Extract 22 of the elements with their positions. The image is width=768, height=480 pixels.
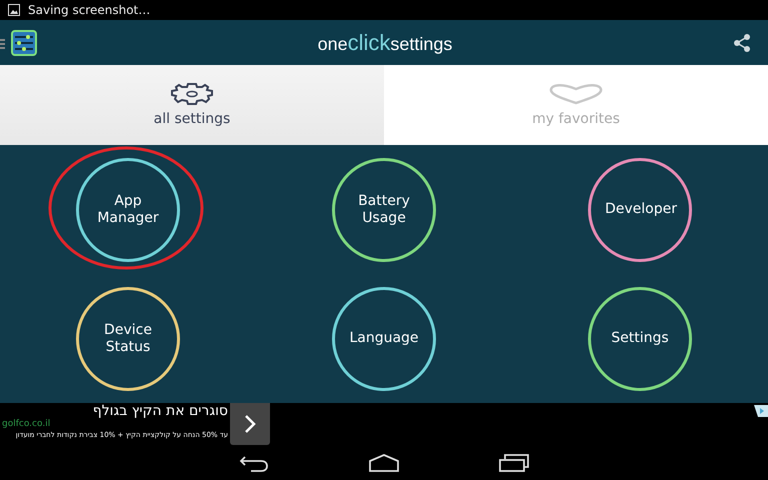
category-button[interactable]: Device Status <box>76 286 180 390</box>
ad-choices-icon[interactable] <box>754 405 768 417</box>
recent-apps-icon[interactable] <box>499 454 529 472</box>
ad-arrow-button[interactable] <box>230 403 270 445</box>
home-icon[interactable] <box>369 454 399 472</box>
gear-icon <box>168 83 216 105</box>
share-icon[interactable] <box>732 32 752 52</box>
category-button[interactable]: App Manager <box>76 158 180 262</box>
ad-headline: סוגרים את הקיץ בגולף <box>92 403 228 419</box>
app-title: oneclicksettings <box>318 30 452 56</box>
category-button[interactable]: Settings <box>588 286 692 390</box>
image-icon <box>8 4 20 16</box>
ad-url[interactable]: golfco.co.il <box>0 419 228 430</box>
category-button[interactable]: Language <box>332 286 436 390</box>
heart-icon <box>549 83 603 105</box>
notification-text: Saving screenshot… <box>28 3 150 17</box>
category-button[interactable]: Battery Usage <box>332 158 436 262</box>
tab[interactable]: all settings <box>0 65 384 145</box>
chevron-icon <box>244 414 256 434</box>
back-icon[interactable] <box>239 454 269 472</box>
app-logo-icon[interactable] <box>0 30 38 56</box>
category-button[interactable]: Developer <box>588 158 692 262</box>
